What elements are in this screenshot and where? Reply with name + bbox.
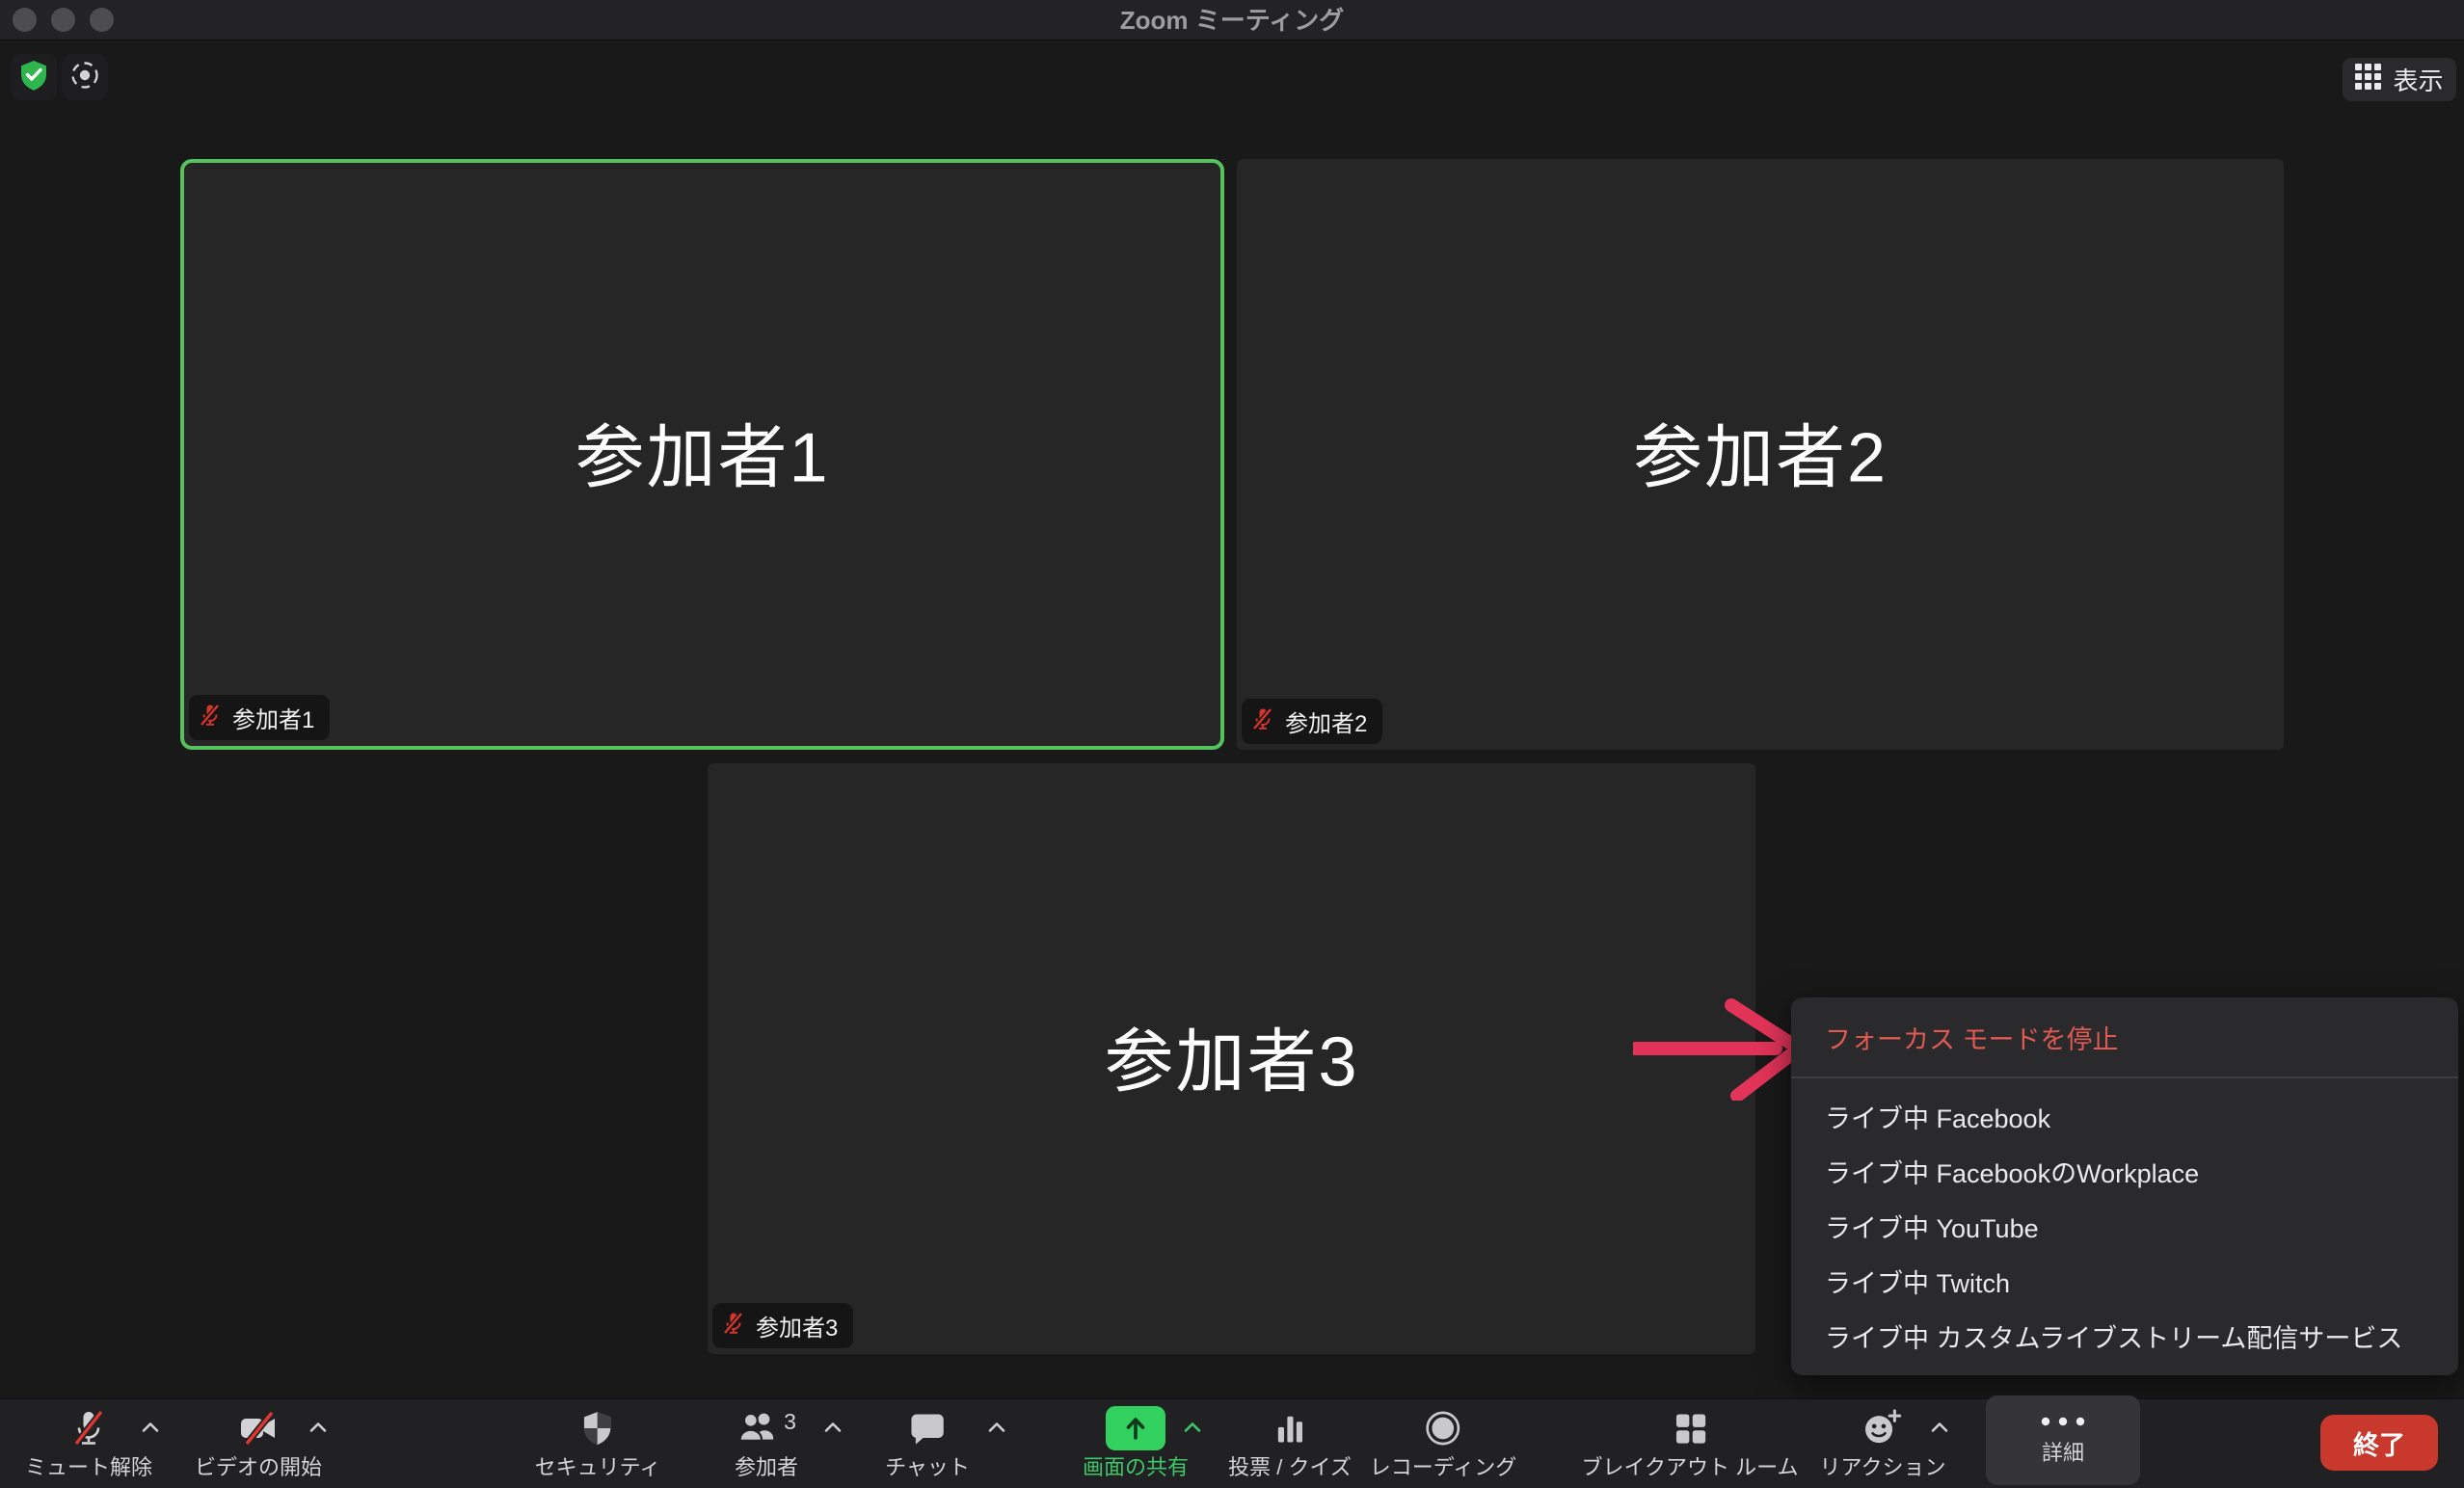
participants-label: 参加者 <box>735 1455 798 1480</box>
start-video-button[interactable]: ビデオの開始 <box>195 1406 322 1480</box>
chat-button[interactable]: チャット <box>885 1406 970 1480</box>
more-context-menu: フォーカス モードを停止 ライブ中 Facebook ライブ中 Facebook… <box>1791 997 2458 1375</box>
muted-mic-icon <box>67 1406 110 1450</box>
participant-name-pill: 参加者1 <box>189 695 330 740</box>
menu-item-live-workplace[interactable]: ライブ中 FacebookのWorkplace <box>1791 1144 2458 1199</box>
end-meeting-button[interactable]: 終了 <box>2320 1415 2438 1471</box>
recording-button[interactable]: レコーディング <box>1370 1406 1516 1480</box>
participant-name-label: 参加者1 <box>232 701 314 734</box>
participant-name-label: 参加者2 <box>1285 704 1367 738</box>
participant-name-center: 参加者1 <box>184 400 1220 501</box>
shield-check-icon <box>17 59 50 96</box>
polls-bar-chart-icon <box>1272 1406 1308 1450</box>
breakout-grid-icon <box>1672 1406 1708 1450</box>
participants-options-chevron[interactable] <box>821 1416 844 1439</box>
participant-name-pill: 参加者3 <box>712 1303 853 1348</box>
share-screen-icon <box>1106 1406 1165 1450</box>
polls-button[interactable]: 投票 / クイズ <box>1228 1406 1352 1480</box>
recording-label: レコーディング <box>1370 1455 1516 1480</box>
titlebar: Zoom ミーティング <box>0 0 2464 40</box>
security-button[interactable]: セキュリティ <box>535 1406 661 1480</box>
muted-mic-icon <box>198 703 223 732</box>
video-options-chevron[interactable] <box>307 1416 330 1439</box>
share-options-chevron[interactable] <box>1181 1416 1204 1439</box>
meeting-info-shield-button[interactable] <box>11 54 57 100</box>
grid-view-icon <box>2355 64 2381 96</box>
participant-name-center: 参加者3 <box>708 1004 1755 1105</box>
more-label: 詳細 <box>2042 1441 2084 1466</box>
menu-item-live-custom[interactable]: ライブ中 カスタムライブストリーム配信サービス <box>1791 1309 2458 1364</box>
share-screen-label: 画面の共有 <box>1083 1455 1189 1480</box>
video-off-icon <box>236 1406 281 1450</box>
reactions-label: リアクション <box>1820 1455 1946 1480</box>
chat-options-chevron[interactable] <box>985 1416 1008 1439</box>
video-tile-participant1[interactable]: 参加者1 参加者1 <box>180 159 1224 750</box>
focus-mode-indicator-button[interactable] <box>62 54 108 100</box>
video-tile-participant3[interactable]: 参加者3 参加者3 <box>708 763 1755 1354</box>
end-label: 終了 <box>2353 1424 2405 1462</box>
more-button[interactable]: 詳細 <box>1986 1395 2140 1485</box>
video-tile-participant2[interactable]: 参加者2 参加者2 <box>1237 159 2284 750</box>
breakout-rooms-button[interactable]: ブレイクアウト ルーム <box>1581 1406 1798 1480</box>
reactions-smiley-icon <box>1862 1406 1903 1450</box>
unmute-button[interactable]: ミュート解除 <box>25 1406 152 1480</box>
participant-name-label: 参加者3 <box>756 1309 838 1342</box>
focus-mode-icon <box>68 59 101 96</box>
muted-mic-icon <box>1250 706 1275 736</box>
unmute-label: ミュート解除 <box>25 1455 152 1480</box>
breakout-label: ブレイクアウト ルーム <box>1581 1455 1798 1480</box>
security-label: セキュリティ <box>535 1455 661 1480</box>
muted-mic-icon <box>721 1311 746 1341</box>
menu-item-live-youtube[interactable]: ライブ中 YouTube <box>1791 1199 2458 1254</box>
participants-button[interactable]: 3 参加者 <box>735 1406 798 1480</box>
participants-count: 3 <box>784 1409 796 1435</box>
annotation-arrow-icon <box>1633 998 1808 1105</box>
menu-item-live-twitch[interactable]: ライブ中 Twitch <box>1791 1254 2458 1309</box>
record-circle-icon <box>1424 1406 1462 1450</box>
live-stream-menu-list: ライブ中 Facebook ライブ中 FacebookのWorkplace ライ… <box>1791 1078 2458 1364</box>
meeting-toolbar: ミュート解除 ビデオの開始 セキュリティ 3 <box>0 1398 2464 1488</box>
mic-options-chevron[interactable] <box>139 1416 162 1439</box>
start-video-label: ビデオの開始 <box>195 1455 322 1480</box>
view-button[interactable]: 表示 <box>2343 58 2456 101</box>
participant-name-pill: 参加者2 <box>1242 699 1382 744</box>
security-shield-icon <box>579 1406 616 1450</box>
polls-label: 投票 / クイズ <box>1228 1455 1352 1480</box>
chat-label: チャット <box>885 1455 970 1480</box>
menu-item-live-facebook[interactable]: ライブ中 Facebook <box>1791 1089 2458 1144</box>
reactions-button[interactable]: リアクション <box>1820 1406 1946 1480</box>
zoom-meeting-window: Zoom ミーティング 表示 参加者1 参加者1 参加者2 <box>0 0 2464 1488</box>
participant-name-center: 参加者2 <box>1237 400 2284 501</box>
share-screen-button[interactable]: 画面の共有 <box>1083 1406 1189 1480</box>
view-button-label: 表示 <box>2393 62 2443 97</box>
more-dots-icon <box>2038 1415 2088 1433</box>
chat-bubble-icon <box>908 1406 947 1450</box>
window-title: Zoom ミーティング <box>0 0 2464 40</box>
participants-icon <box>737 1407 777 1450</box>
reactions-options-chevron[interactable] <box>1928 1416 1951 1439</box>
menu-item-stop-focus-mode[interactable]: フォーカス モードを停止 <box>1791 997 2458 1076</box>
